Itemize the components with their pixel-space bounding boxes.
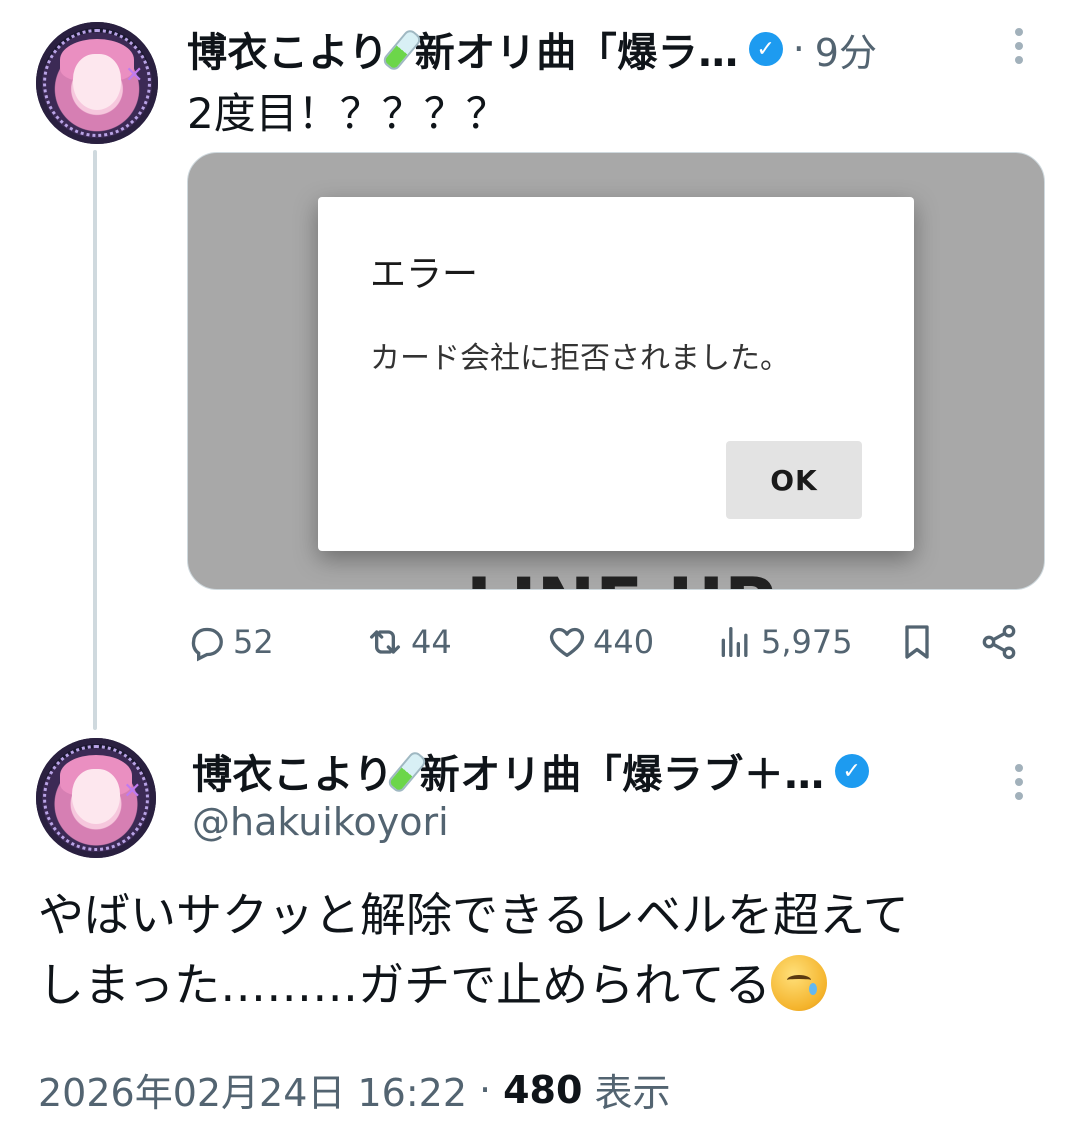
more-options-icon[interactable] <box>1015 764 1023 800</box>
bookmark-icon <box>905 625 929 659</box>
like-button[interactable]: 440 <box>547 622 654 662</box>
verified-badge-icon[interactable]: ✓ <box>748 32 783 66</box>
tweet-timestamp[interactable]: 2026年02月24日 16:22 <box>38 1062 467 1117</box>
avatar-face <box>72 769 120 825</box>
verified-badge-icon[interactable]: ✓ <box>834 754 869 788</box>
main-tweet-text: やばいサクッと解除できるレベルを超えて しまった………ガチで止められてる <box>38 880 1048 1020</box>
like-count: 440 <box>593 623 655 661</box>
view-count-value: 480 <box>503 1067 583 1112</box>
bookmark-button[interactable] <box>897 622 937 662</box>
author-name[interactable]: 博衣こより 新オリ曲「爆ラ… <box>187 20 739 78</box>
author-avatar[interactable]: ✕ <box>36 22 158 144</box>
avatar-cross-icon: ✕ <box>123 778 142 804</box>
reply-icon <box>191 627 223 662</box>
tweet-meta: 2026年02月24日 16:22 · 480 表示 <box>38 1062 670 1117</box>
avatar-cross-icon: ✕ <box>124 63 144 89</box>
share-button[interactable] <box>979 622 1019 662</box>
tweet-text-line-2: しまった………ガチで止められてる <box>38 950 1048 1020</box>
view-count: 5,975 <box>761 623 853 661</box>
author-handle[interactable]: @hakuikoyori <box>192 800 449 844</box>
meta-separator: · <box>479 1067 492 1112</box>
views-icon <box>721 627 748 657</box>
media-image[interactable]: LINE UP エラー カード会社に拒否されました。 OK <box>187 152 1045 590</box>
media-background-text: LINE UP <box>466 563 776 589</box>
reply-text: 2度目！？？？？ <box>187 89 508 138</box>
main-header: 博衣こより 新オリ曲「爆ラブ＋… ✓ <box>192 742 869 800</box>
view-count-label: 表示 <box>594 1071 671 1115</box>
avatar-face <box>72 53 122 110</box>
repost-button[interactable]: 44 <box>365 622 452 662</box>
crying-smile-emoji <box>770 955 827 1011</box>
main-author-avatar[interactable]: ✕ <box>36 738 156 858</box>
error-dialog: エラー カード会社に拒否されました。 OK <box>318 197 914 551</box>
thread-connector-line <box>93 150 97 730</box>
main-author-name[interactable]: 博衣こより 新オリ曲「爆ラブ＋… <box>192 742 825 800</box>
tweet-time[interactable]: 9分 <box>815 22 877 77</box>
reply-count: 52 <box>233 623 274 661</box>
more-options-icon[interactable] <box>1015 28 1023 64</box>
share-icon <box>982 624 1016 660</box>
dialog-title: エラー <box>370 254 479 295</box>
heart-icon <box>549 627 585 657</box>
repost-icon <box>370 630 400 654</box>
tweet-text-line: やばいサクッと解除できるレベルを超えて <box>38 888 909 942</box>
reply-header: 博衣こより 新オリ曲「爆ラ… ✓ · 9分 <box>187 20 877 78</box>
views-button[interactable]: 5,975 <box>715 622 853 662</box>
action-bar: 52 44 440 5,975 <box>187 622 1027 672</box>
dialog-ok-button: OK <box>726 441 862 519</box>
reply-button[interactable]: 52 <box>187 622 274 662</box>
repost-count: 44 <box>411 623 452 661</box>
dialog-message: カード会社に拒否されました。 <box>370 341 790 376</box>
time-separator: · <box>792 27 805 71</box>
